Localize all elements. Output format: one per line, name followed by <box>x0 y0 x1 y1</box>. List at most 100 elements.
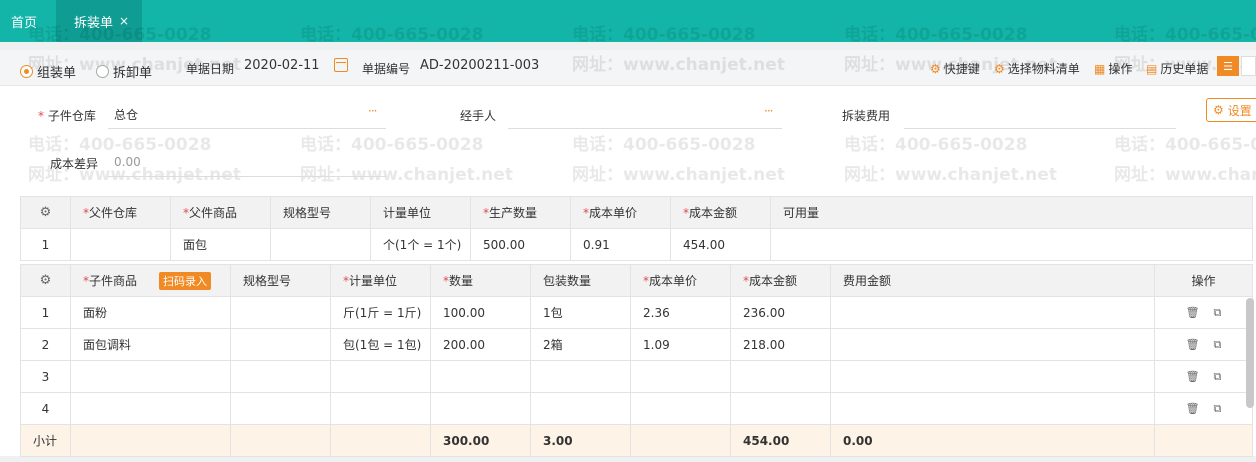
subtotal-empty <box>630 424 731 457</box>
warehouse-field[interactable]: 总仓 <box>114 106 138 123</box>
gear-icon: ⚙ <box>930 61 941 76</box>
assemble-label: 组装单 <box>37 66 77 81</box>
col-pack-qty: 包装数量 <box>530 264 631 297</box>
row-index: 2 <box>20 328 71 361</box>
scan-entry-button[interactable]: 扫码录入 <box>159 271 212 290</box>
cell-qty[interactable]: 500.00 <box>470 228 571 261</box>
tab-home[interactable]: 首页 <box>0 0 48 42</box>
cell-amount[interactable]: 454.00 <box>670 228 771 261</box>
settings-button[interactable]: ⚙ 设置 <box>1206 98 1256 122</box>
cell-price[interactable] <box>630 392 731 425</box>
cell-spec[interactable] <box>230 328 331 361</box>
cell-spec[interactable] <box>230 360 331 393</box>
col-spec: 规格型号 <box>270 196 371 229</box>
settings-label: 设置 <box>1227 103 1252 118</box>
col-unit-cost: *成本单价 <box>630 264 731 297</box>
cell-product[interactable] <box>70 360 231 393</box>
cell-amount[interactable]: 236.00 <box>730 296 831 329</box>
assemble-radio[interactable]: 组装单 <box>20 62 76 81</box>
copy-icon[interactable]: ⧉ <box>1214 306 1222 319</box>
cell-spec[interactable] <box>270 228 371 261</box>
cell-qty[interactable] <box>430 360 531 393</box>
table-row: 3 🗑 ⧉ <box>20 360 1253 393</box>
code-field[interactable]: AD-20200211-003 <box>420 58 539 73</box>
cell-qty[interactable]: 100.00 <box>430 296 531 329</box>
cell-pack[interactable]: 1包 <box>530 296 631 329</box>
subtotal-qty: 300.00 <box>430 424 531 457</box>
col-unit: 计量单位 <box>370 196 471 229</box>
column-settings[interactable]: ⚙ <box>20 264 71 297</box>
col-spec: 规格型号 <box>230 264 331 297</box>
cell-amount[interactable] <box>730 392 831 425</box>
cell-price[interactable]: 2.36 <box>630 296 731 329</box>
tab-assembly-order[interactable]: 拆装单 × <box>56 0 142 42</box>
operation-button[interactable]: ▦ 操作 <box>1094 60 1132 77</box>
subtotal-row: 小计 300.00 3.00 454.00 0.00 <box>20 424 1253 457</box>
cell-pack[interactable] <box>530 392 631 425</box>
delete-icon[interactable]: 🗑 <box>1186 338 1200 351</box>
cell-fee[interactable] <box>830 296 1155 329</box>
disassemble-label: 拆卸单 <box>113 66 153 81</box>
top-nav-bar: 首页 拆装单 × <box>0 0 1256 42</box>
warehouse-label: * 子件仓库 <box>38 109 96 123</box>
cell-fee[interactable] <box>830 392 1155 425</box>
warehouse-underline <box>108 128 386 129</box>
more-icon[interactable]: ··· <box>764 104 774 118</box>
col-available: 可用量 <box>770 196 1253 229</box>
parent-table: ⚙ *父件仓库 *父件商品 规格型号 计量单位 *生产数量 *成本单价 *成本金… <box>20 196 1253 261</box>
table-row: 2 面包调料 包(1包 = 1包) 200.00 2箱 1.09 218.00 … <box>20 328 1253 361</box>
subtotal-empty <box>70 424 231 457</box>
row-index: 1 <box>20 228 71 261</box>
shortcut-button[interactable]: ⚙ 快捷键 <box>930 60 980 77</box>
disassemble-radio[interactable]: 拆卸单 <box>96 62 152 81</box>
copy-icon[interactable]: ⧉ <box>1214 402 1222 415</box>
cell-amount[interactable]: 218.00 <box>730 328 831 361</box>
cell-amount[interactable] <box>730 360 831 393</box>
cell-fee[interactable] <box>830 360 1155 393</box>
cost-diff-label: 成本差异 <box>50 157 99 171</box>
cell-fee[interactable] <box>830 328 1155 361</box>
cell-warehouse[interactable] <box>70 228 171 261</box>
history-button[interactable]: ▤ 历史单据 <box>1146 60 1208 77</box>
cell-actions: 🗑 ⧉ <box>1154 360 1253 393</box>
cell-price[interactable] <box>630 360 731 393</box>
cell-pack[interactable]: 2箱 <box>530 328 631 361</box>
column-settings[interactable]: ⚙ <box>20 196 71 229</box>
date-label: 单据日期 <box>186 62 235 76</box>
handler-field[interactable] <box>508 128 782 129</box>
list-view-icon[interactable]: ☰ <box>1217 56 1239 76</box>
vertical-scrollbar[interactable] <box>1246 298 1254 408</box>
cell-price[interactable]: 1.09 <box>630 328 731 361</box>
cell-product[interactable]: 面粉 <box>70 296 231 329</box>
delete-icon[interactable]: 🗑 <box>1186 402 1200 415</box>
cell-unit[interactable]: 包(1包 = 1包) <box>330 328 431 361</box>
grid-view-icon[interactable] <box>1241 56 1256 76</box>
copy-icon[interactable]: ⧉ <box>1214 338 1222 351</box>
cell-unit[interactable] <box>330 360 431 393</box>
radio-dot <box>20 65 33 78</box>
cell-pack[interactable] <box>530 360 631 393</box>
delete-icon[interactable]: 🗑 <box>1186 370 1200 383</box>
cell-qty[interactable]: 200.00 <box>430 328 531 361</box>
select-bom-button[interactable]: ⚙ 选择物料清单 <box>994 60 1080 77</box>
cell-spec[interactable] <box>230 392 331 425</box>
cell-product[interactable] <box>70 392 231 425</box>
date-field[interactable]: 2020-02-11 <box>244 58 320 73</box>
calendar-icon[interactable] <box>334 58 348 72</box>
close-icon[interactable]: × <box>119 14 129 28</box>
cell-unit[interactable] <box>330 392 431 425</box>
cost-diff-value: 0.00 <box>114 155 141 169</box>
cell-price[interactable]: 0.91 <box>570 228 671 261</box>
delete-icon[interactable]: 🗑 <box>1186 306 1200 319</box>
cell-spec[interactable] <box>230 296 331 329</box>
cell-unit[interactable]: 斤(1斤 = 1斤) <box>330 296 431 329</box>
cell-product[interactable]: 面包调料 <box>70 328 231 361</box>
more-icon[interactable]: ··· <box>368 104 378 118</box>
col-unit: *计量单位 <box>330 264 431 297</box>
cell-qty[interactable] <box>430 392 531 425</box>
cell-product[interactable]: 面包 <box>170 228 271 261</box>
radio-dot <box>96 65 109 78</box>
cell-unit[interactable]: 个(1个 = 1个) <box>370 228 471 261</box>
fee-field[interactable] <box>904 128 1176 129</box>
copy-icon[interactable]: ⧉ <box>1214 370 1222 383</box>
